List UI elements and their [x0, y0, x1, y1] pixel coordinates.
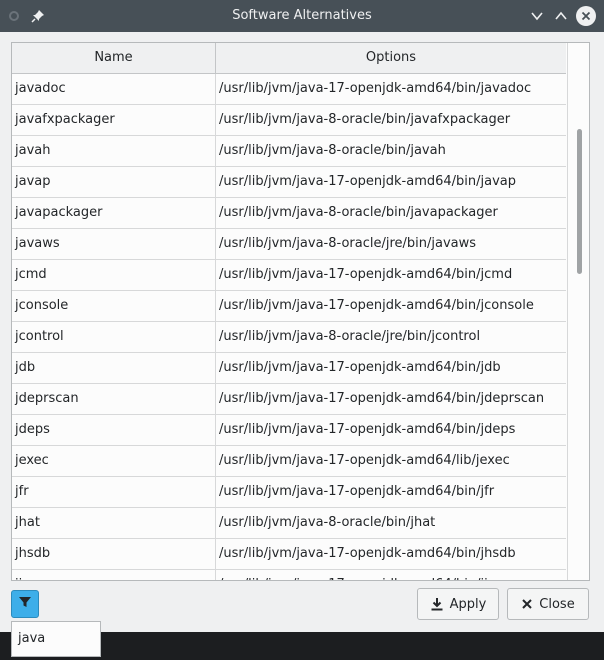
row-name: jimage	[15, 570, 213, 580]
alternatives-table: Name Options javadoc/usr/lib/jvm/java-17…	[11, 42, 590, 581]
row-name: jfr	[15, 484, 29, 499]
row-option: /usr/lib/jvm/java-8-oracle/bin/jhat	[219, 515, 436, 530]
row-name: jhat	[15, 515, 40, 530]
window-title: Software Alternatives	[232, 8, 372, 23]
table-row[interactable]: jdb/usr/lib/jvm/java-17-openjdk-amd64/bi…	[12, 353, 566, 384]
filter-button[interactable]	[11, 590, 39, 618]
apply-button[interactable]: Apply	[417, 588, 499, 620]
table-row[interactable]: jcontrol/usr/lib/jvm/java-8-oracle/jre/b…	[12, 322, 566, 353]
row-option: /usr/lib/jvm/java-8-oracle/bin/javafxpac…	[219, 112, 511, 127]
table-row[interactable]: javah/usr/lib/jvm/java-8-oracle/bin/java…	[12, 136, 566, 167]
row-option: /usr/lib/jvm/java-17-openjdk-amd64/bin/j…	[219, 391, 545, 406]
row-option: /usr/lib/jvm/java-17-openjdk-amd64/bin/j…	[219, 422, 516, 437]
row-option: /usr/lib/jvm/java-8-oracle/jre/bin/jcont…	[219, 329, 481, 344]
filter-popup: java	[11, 621, 101, 657]
row-name: javapackager	[15, 205, 103, 220]
row-option: /usr/lib/jvm/java-17-openjdk-amd64/bin/j…	[219, 360, 501, 375]
row-option: /usr/lib/jvm/java-17-openjdk-amd64/bin/j…	[219, 484, 495, 499]
row-name: jexec	[15, 453, 49, 468]
row-name: jcontrol	[15, 329, 64, 344]
filter-popup-text[interactable]: java	[18, 622, 45, 656]
row-name: jcmd	[15, 267, 47, 282]
column-header-options[interactable]: Options	[216, 43, 566, 73]
table-row[interactable]: jfr/usr/lib/jvm/java-17-openjdk-amd64/bi…	[12, 477, 566, 508]
row-option: /usr/lib/jvm/java-17-openjdk-amd64/lib/j…	[219, 453, 510, 468]
column-header-name[interactable]: Name	[12, 43, 216, 73]
row-option: /usr/lib/jvm/java-17-openjdk-amd64/bin/j…	[219, 267, 513, 282]
row-option: /usr/lib/jvm/java-17-openjdk-amd64/bin/j…	[219, 174, 517, 189]
close-icon[interactable]	[576, 6, 596, 26]
filter-icon	[18, 595, 32, 613]
table-row[interactable]: javadoc/usr/lib/jvm/java-17-openjdk-amd6…	[12, 74, 566, 105]
row-name: jdb	[15, 360, 36, 375]
table-header: Name Options	[12, 43, 566, 74]
table-row[interactable]: jdeps/usr/lib/jvm/java-17-openjdk-amd64/…	[12, 415, 566, 446]
row-name: javap	[15, 174, 51, 189]
table-row[interactable]: jhsdb/usr/lib/jvm/java-17-openjdk-amd64/…	[12, 539, 566, 570]
table-row[interactable]: javafxpackager/usr/lib/jvm/java-8-oracle…	[12, 105, 566, 136]
row-name: jdeprscan	[15, 391, 79, 406]
row-name: jdeps	[15, 422, 50, 437]
x-icon	[522, 599, 532, 609]
table-body: javadoc/usr/lib/jvm/java-17-openjdk-amd6…	[12, 74, 566, 580]
scrollbar-thumb[interactable]	[577, 129, 582, 274]
row-option: /usr/lib/jvm/java-8-oracle/bin/javapacka…	[219, 205, 498, 220]
close-label: Close	[539, 596, 575, 612]
table-row[interactable]: jconsole/usr/lib/jvm/java-17-openjdk-amd…	[12, 291, 566, 322]
table-row[interactable]: javap/usr/lib/jvm/java-17-openjdk-amd64/…	[12, 167, 566, 198]
row-option: /usr/lib/jvm/java-8-oracle/jre/bin/javaw…	[219, 236, 477, 251]
row-option: /usr/lib/jvm/java-17-openjdk-amd64/bin/j…	[219, 298, 534, 313]
row-name: javaws	[15, 236, 60, 251]
row-option: /usr/lib/jvm/java-17-openjdk-amd64/bin/j…	[219, 570, 564, 580]
row-option: /usr/lib/jvm/java-17-openjdk-amd64/bin/j…	[219, 546, 516, 561]
apply-label: Apply	[449, 596, 487, 612]
chevron-down-icon[interactable]	[527, 6, 547, 26]
vertical-scrollbar[interactable]	[567, 43, 589, 580]
table-row[interactable]: javapackager/usr/lib/jvm/java-8-oracle/b…	[12, 198, 566, 229]
download-icon	[431, 598, 443, 611]
close-button[interactable]: Close	[507, 588, 589, 620]
title-bar[interactable]: Software Alternatives	[0, 0, 604, 32]
row-option: /usr/lib/jvm/java-17-openjdk-amd64/bin/j…	[219, 81, 532, 96]
software-alternatives-window: Software Alternatives Name Options javad…	[0, 0, 604, 632]
row-name: javafxpackager	[15, 112, 115, 127]
dialog-content: Name Options javadoc/usr/lib/jvm/java-17…	[0, 32, 604, 632]
table-row[interactable]: jhat/usr/lib/jvm/java-8-oracle/bin/jhat	[12, 508, 566, 539]
chevron-up-icon[interactable]	[551, 6, 571, 26]
table-row[interactable]: jimage/usr/lib/jvm/java-17-openjdk-amd64…	[12, 570, 566, 580]
table-row[interactable]: jexec/usr/lib/jvm/java-17-openjdk-amd64/…	[12, 446, 566, 477]
table-row[interactable]: jcmd/usr/lib/jvm/java-17-openjdk-amd64/b…	[12, 260, 566, 291]
row-name: javadoc	[15, 81, 66, 96]
table-row[interactable]: javaws/usr/lib/jvm/java-8-oracle/jre/bin…	[12, 229, 566, 260]
row-name: jhsdb	[15, 546, 51, 561]
row-name: javah	[15, 143, 51, 158]
row-name: jconsole	[15, 298, 69, 313]
table-row[interactable]: jdeprscan/usr/lib/jvm/java-17-openjdk-am…	[12, 384, 566, 415]
row-option: /usr/lib/jvm/java-8-oracle/bin/javah	[219, 143, 446, 158]
